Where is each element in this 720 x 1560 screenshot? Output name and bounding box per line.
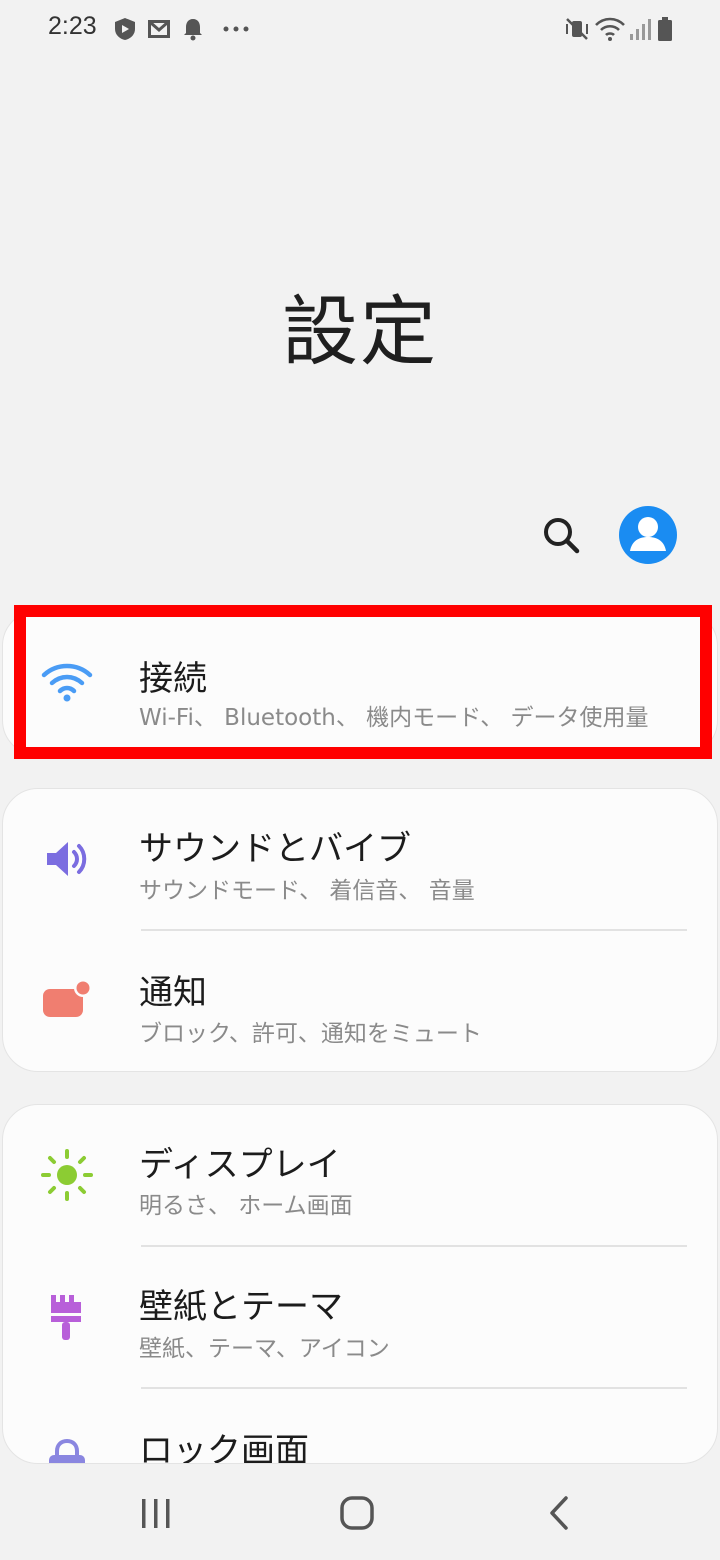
- mute-vibrate-icon: [564, 16, 590, 42]
- status-bar: 2:23: [0, 0, 720, 60]
- item-title: 通知: [139, 973, 207, 1013]
- speaker-icon: [47, 842, 87, 876]
- lock-icon: [49, 1438, 85, 1463]
- navigation-bar: [0, 1464, 720, 1560]
- battery-icon: [656, 16, 674, 42]
- sun-icon: [41, 1149, 93, 1201]
- item-subtitle: 壁紙、テーマ、アイコン: [139, 1336, 390, 1362]
- page-title: 設定: [282, 287, 438, 376]
- settings-card-connections: 接続 Wi-Fi、 Bluetooth、 機内モード、 データ使用量: [2, 610, 718, 756]
- shield-icon: [112, 16, 138, 42]
- settings-item-notifications[interactable]: 通知 ブロック、許可、通知をミュート: [3, 931, 719, 1073]
- settings-item-display[interactable]: ディスプレイ 明るさ、 ホーム画面: [3, 1105, 717, 1247]
- item-subtitle: Wi-Fi、 Bluetooth、 機内モード、 データ使用量: [139, 705, 649, 731]
- back-button[interactable]: [536, 1492, 584, 1536]
- item-subtitle: 明るさ、 ホーム画面: [139, 1193, 353, 1219]
- more-dots-icon: [222, 16, 249, 42]
- notification-icon: [43, 979, 92, 1017]
- status-time: 2:23: [48, 12, 97, 40]
- account-button[interactable]: [619, 506, 677, 564]
- recent-apps-icon: [142, 1499, 170, 1528]
- item-title: ディスプレイ: [139, 1145, 341, 1185]
- item-title: サウンドとバイブ: [139, 829, 411, 869]
- settings-item-lock-screen[interactable]: ロック画面: [3, 1389, 717, 1464]
- paint-brush-icon: [51, 1295, 81, 1340]
- item-subtitle: サウンドモード、 着信音、 音量: [139, 878, 475, 904]
- home-button[interactable]: [334, 1492, 382, 1536]
- search-icon: [544, 518, 580, 554]
- signal-icon: [628, 16, 654, 42]
- wifi-icon: [41, 663, 93, 702]
- item-title: 接続: [139, 659, 207, 699]
- settings-card-display: ディスプレイ 明るさ、 ホーム画面 壁紙とテーマ 壁紙、テーマ、アイコン ロック…: [2, 1104, 718, 1464]
- wifi-icon: [594, 16, 626, 42]
- settings-item-wallpaper-themes[interactable]: 壁紙とテーマ 壁紙、テーマ、アイコン: [3, 1247, 717, 1389]
- search-button[interactable]: [536, 510, 586, 560]
- recent-apps-button[interactable]: [132, 1492, 180, 1536]
- settings-card-sound-notifications: サウンドとバイブ サウンドモード、 着信音、 音量 通知 ブロック、許可、通知を…: [2, 788, 718, 1072]
- settings-item-sound[interactable]: サウンドとバイブ サウンドモード、 着信音、 音量: [3, 789, 719, 931]
- item-title: ロック画面: [139, 1431, 309, 1464]
- back-icon: [550, 1496, 568, 1530]
- settings-item-connections[interactable]: 接続 Wi-Fi、 Bluetooth、 機内モード、 データ使用量: [3, 611, 719, 757]
- home-icon: [340, 1496, 374, 1530]
- account-icon: [630, 517, 666, 551]
- item-title: 壁紙とテーマ: [139, 1287, 343, 1327]
- item-subtitle: ブロック、許可、通知をミュート: [139, 1021, 482, 1047]
- bell-icon: [180, 16, 206, 42]
- gmail-icon: [146, 16, 172, 42]
